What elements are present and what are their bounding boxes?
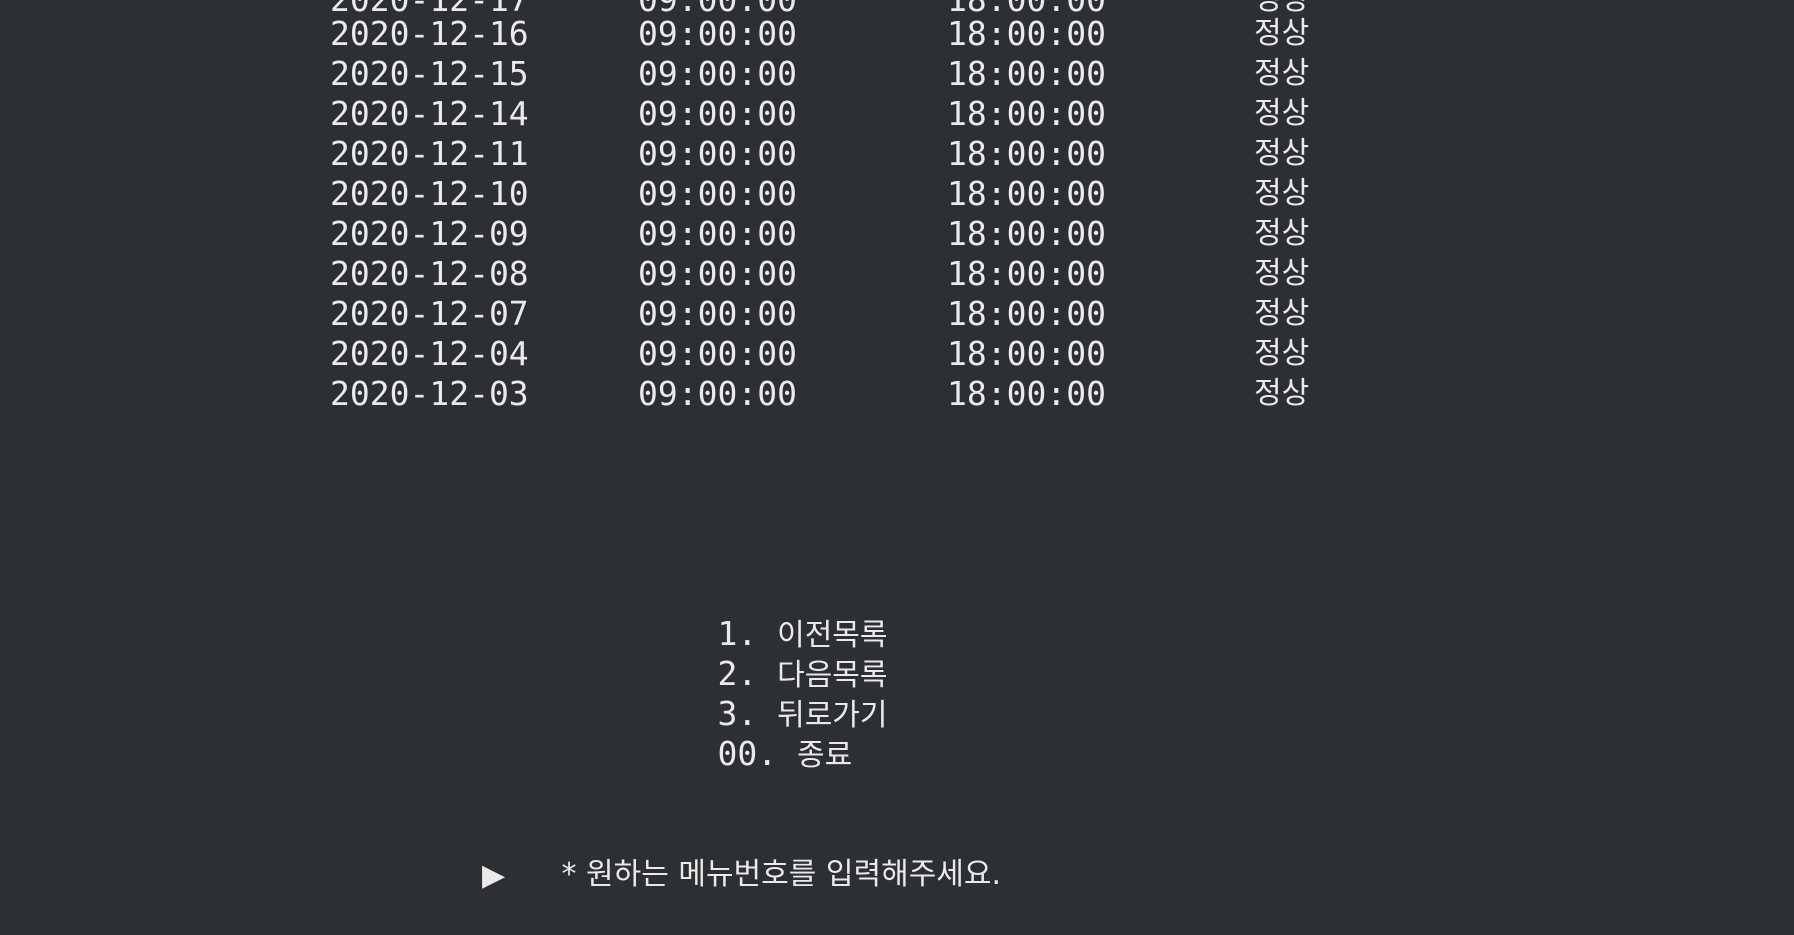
record-date: 2020-12-15 [330,54,529,93]
record-clock-in: 09:00:00 [638,14,797,53]
record-clock-out: 18:00:00 [947,334,1106,373]
table-row: 2020-12-11 09:00:00 18:00:00 정상 [0,134,1794,174]
menu-item-label: 종료 [796,738,853,773]
record-date: 2020-12-10 [330,174,529,213]
record-clock-out: 18:00:00 [947,54,1106,93]
record-date: 2020-12-14 [330,94,529,133]
record-clock-in: 09:00:00 [638,94,797,133]
table-row: 2020-12-04 09:00:00 18:00:00 정상 [0,334,1794,374]
record-clock-out: 18:00:00 [947,14,1106,53]
record-clock-in: 09:00:00 [638,374,797,413]
menu-item-next-list[interactable]: 2. 다음목록 [638,614,887,693]
record-status: 정상 [1254,16,1310,51]
record-date: 2020-12-03 [330,374,529,413]
record-clock-out: 18:00:00 [947,254,1106,293]
table-row: 2020-12-07 09:00:00 18:00:00 정상 [0,294,1794,334]
prompt-text: * 원하는 메뉴번호를 입력해주세요. [561,857,1002,892]
record-date: 2020-12-09 [330,214,529,253]
record-date: 2020-12-16 [330,14,529,53]
menu-item-previous-list[interactable]: 1. 이전목록 [638,574,887,653]
table-row: 2020-12-08 09:00:00 18:00:00 정상 [0,254,1794,294]
record-status: 정상 [1254,96,1310,131]
record-status: 정상 [1254,256,1310,291]
record-status: 정상 [1254,336,1310,371]
terminal-window: 2020-12-17 09:00:00 18:00:00 정상 2020-12-… [0,0,1794,893]
record-clock-in: 09:00:00 [638,334,797,373]
record-clock-in: 09:00:00 [638,174,797,213]
record-date: 2020-12-07 [330,294,529,333]
table-row: 2020-12-14 09:00:00 18:00:00 정상 [0,94,1794,134]
table-row: 2020-12-16 09:00:00 18:00:00 정상 [0,14,1794,54]
record-date: 2020-12-08 [330,254,529,293]
record-clock-in: 09:00:00 [638,134,797,173]
record-clock-in: 09:00:00 [638,294,797,333]
record-clock-out: 18:00:00 [947,294,1106,333]
record-status: 정상 [1254,136,1310,171]
input-prompt: * 원하는 메뉴번호를 입력해주세요. [482,813,1001,892]
record-date: 2020-12-04 [330,334,529,373]
record-date: 2020-12-11 [330,134,529,173]
record-clock-out: 18:00:00 [947,94,1106,133]
table-row: 2020-12-03 09:00:00 18:00:00 정상 [0,374,1794,414]
record-status: 정상 [1254,296,1310,331]
input-caret-icon[interactable]: ▶ [482,856,505,896]
record-status: 정상 [1254,216,1310,251]
table-row: 2020-12-10 09:00:00 18:00:00 정상 [0,174,1794,214]
menu-item-exit[interactable]: 00. 종료 [638,694,852,773]
menu-item-go-back[interactable]: 3. 뒤로가기 [638,654,887,733]
record-clock-out: 18:00:00 [947,134,1106,173]
record-status: 정상 [1254,176,1310,211]
record-clock-out: 18:00:00 [947,374,1106,413]
table-row: 2020-12-15 09:00:00 18:00:00 정상 [0,54,1794,94]
record-clock-in: 09:00:00 [638,214,797,253]
menu-item-number: 00. [717,734,778,773]
record-status: 정상 [1254,376,1310,411]
record-clock-out: 18:00:00 [947,174,1106,213]
table-row: 2020-12-09 09:00:00 18:00:00 정상 [0,214,1794,254]
record-clock-out: 18:00:00 [947,214,1106,253]
record-clock-in: 09:00:00 [638,54,797,93]
record-status: 정상 [1254,56,1310,91]
record-clock-in: 09:00:00 [638,254,797,293]
